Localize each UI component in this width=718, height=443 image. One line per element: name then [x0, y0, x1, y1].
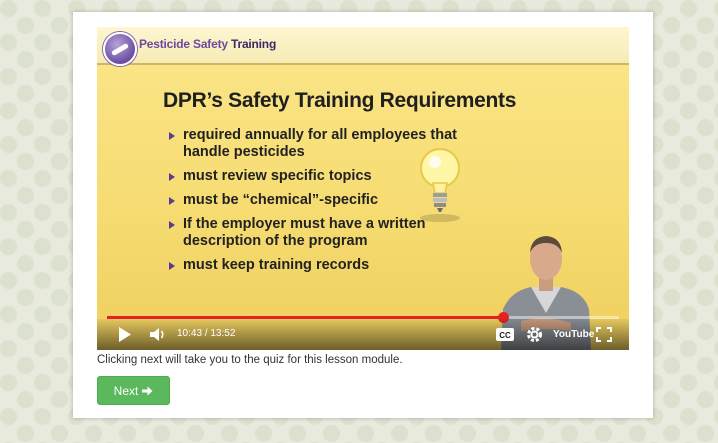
brand-title: Pesticide Safety Training [139, 37, 276, 51]
slide-bullet: must keep training records [169, 257, 469, 274]
lesson-card: Pesticide Safety Training DPR’s Safety T… [73, 12, 653, 418]
lightbulb-icon [420, 148, 460, 222]
volume-icon[interactable] [149, 325, 167, 344]
settings-icon[interactable] [525, 325, 544, 344]
play-icon[interactable] [117, 325, 133, 344]
brand-title-part1: Pesticide Safety [139, 37, 228, 51]
video-controls-bar: 10:43 / 13:52 CC YouTube [97, 319, 629, 350]
next-hint-text: Clicking next will take you to the quiz … [97, 354, 403, 366]
video-time-display: 10:43 / 13:52 [177, 328, 235, 339]
captions-icon[interactable]: CC [495, 325, 515, 344]
video-time-text: 10:43 / 13:52 [177, 328, 236, 339]
next-button-label: Next [113, 383, 139, 398]
pesticide-safety-logo-icon [103, 32, 137, 66]
youtube-logo-text: YouTube [553, 329, 595, 340]
svg-text:CC: CC [499, 331, 511, 340]
slide-title: DPR’s Safety Training Requirements [163, 89, 517, 112]
youtube-logo[interactable]: YouTube [553, 325, 594, 344]
arrow-right-icon [142, 386, 153, 395]
brand-title-part2: Training [231, 37, 277, 51]
next-button[interactable]: Next [97, 376, 170, 405]
video-player[interactable]: Pesticide Safety Training DPR’s Safety T… [97, 27, 629, 350]
slide-header-bar: Pesticide Safety Training [97, 27, 629, 66]
fullscreen-icon[interactable] [595, 325, 613, 344]
